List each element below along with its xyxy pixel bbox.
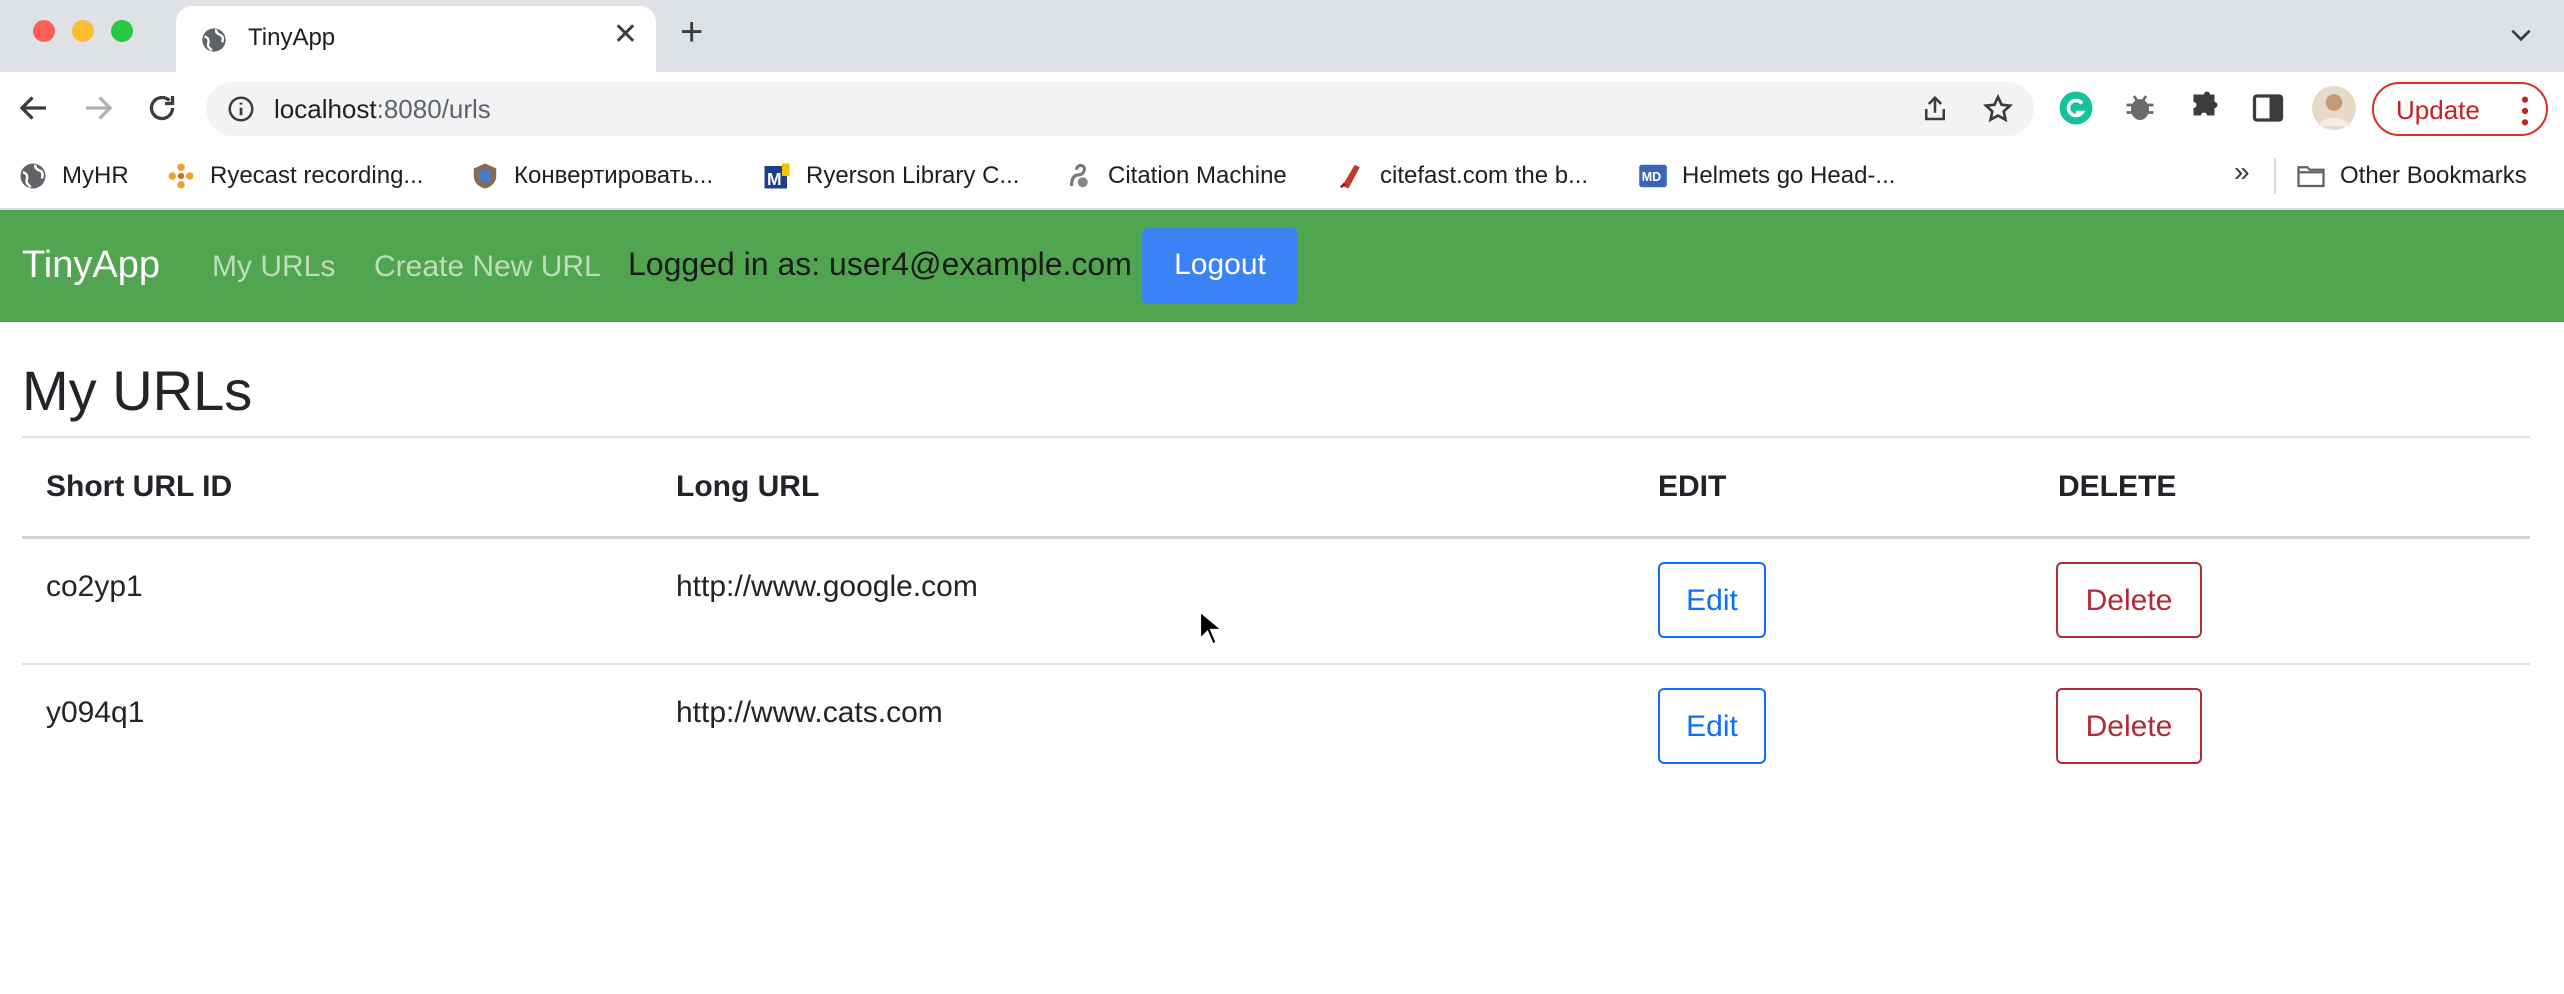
side-panel-icon[interactable] — [2250, 90, 2286, 126]
bookmark-label: Citation Machine — [1108, 162, 1287, 189]
edit-label: Edit — [1686, 710, 1738, 743]
long-url-cell: http://www.cats.com — [676, 696, 943, 729]
shield-crest-icon — [473, 163, 497, 189]
bookmark-item[interactable]: citefast.com the b... — [1336, 158, 1588, 194]
share-icon[interactable] — [1920, 94, 1950, 124]
svg-text:M: M — [767, 169, 782, 189]
bug-extension-icon[interactable] — [2122, 90, 2158, 126]
delete-label: Delete — [2085, 584, 2173, 617]
edit-button[interactable]: Edit — [1658, 688, 1766, 764]
bookmarks-separator — [2274, 158, 2276, 194]
logged-in-status: Logged in as: user4@example.com — [628, 246, 1132, 282]
more-bookmarks-chevron[interactable]: » — [2234, 156, 2250, 188]
more-vertical-icon — [2521, 96, 2529, 126]
close-window-button[interactable] — [33, 20, 55, 42]
address-url[interactable]: localhost:8080/urls — [274, 94, 491, 125]
edit-button[interactable]: Edit — [1658, 562, 1766, 638]
bookmark-label: Ryerson Library C... — [806, 162, 1020, 189]
url-host: localhost — [274, 94, 377, 124]
column-header-long-url: Long URL — [676, 470, 820, 503]
app-navbar: TinyApp My URLs Create New URL Logged in… — [0, 210, 2564, 322]
web-page: TinyApp My URLs Create New URL Logged in… — [0, 210, 2564, 994]
maximize-window-button[interactable] — [111, 20, 133, 42]
squirrel-icon — [1069, 163, 1088, 188]
column-header-delete: DELETE — [2058, 470, 2177, 503]
short-url-cell: co2yp1 — [46, 570, 143, 603]
tab-strip: TinyApp ✕ + — [0, 0, 2564, 72]
minimize-window-button[interactable] — [72, 20, 94, 42]
grammarly-icon[interactable] — [2058, 90, 2094, 126]
bookmark-item[interactable]: M Ryerson Library C... — [762, 158, 1019, 194]
globe-icon — [20, 163, 46, 189]
other-bookmarks-label: Other Bookmarks — [2340, 162, 2527, 189]
chevron-down-icon[interactable] — [2508, 22, 2534, 48]
column-header-edit: EDIT — [1658, 470, 1727, 503]
update-label: Update — [2396, 95, 2480, 125]
navbar-brand[interactable]: TinyApp — [22, 244, 160, 287]
globe-icon — [202, 28, 226, 52]
column-header-short-url: Short URL ID — [46, 470, 233, 503]
bookmark-label: Helmets go Head-... — [1682, 162, 1896, 189]
svg-text:MD: MD — [1642, 170, 1661, 184]
forward-icon[interactable] — [80, 90, 116, 126]
extensions-puzzle-icon[interactable] — [2186, 90, 2222, 126]
reload-icon[interactable] — [144, 90, 180, 126]
close-tab-icon[interactable]: ✕ — [613, 20, 638, 50]
nav-link-create-new-url[interactable]: Create New URL — [374, 250, 601, 284]
tab-title: TinyApp — [248, 24, 336, 51]
page-title: My URLs — [22, 359, 253, 422]
new-tab-button[interactable]: + — [680, 12, 703, 52]
bookmark-star-icon[interactable] — [1982, 93, 2014, 125]
logout-button[interactable]: Logout — [1142, 228, 1298, 304]
bookmark-item[interactable]: MD Helmets go Head-... — [1638, 158, 1895, 194]
ryerson-m-icon: M — [764, 163, 790, 189]
back-icon[interactable] — [16, 90, 52, 126]
table-header-divider — [22, 536, 2530, 539]
delete-button[interactable]: Delete — [2056, 562, 2202, 638]
bookmark-item[interactable]: Ryecast recording... — [166, 158, 423, 194]
nav-link-my-urls[interactable]: My URLs — [212, 250, 335, 284]
short-url-cell: y094q1 — [46, 696, 145, 729]
browser-tab-active[interactable]: TinyApp ✕ — [176, 6, 656, 72]
browser-toolbar: localhost:8080/urls Update — [0, 72, 2564, 144]
bookmark-label: citefast.com the b... — [1380, 162, 1589, 189]
ryecast-icon — [168, 163, 194, 189]
table-top-border — [22, 436, 2530, 438]
folder-icon — [2297, 166, 2325, 188]
md-icon: MD — [1639, 164, 1667, 188]
edit-label: Edit — [1686, 584, 1738, 617]
url-path: :8080/urls — [376, 94, 491, 124]
bookmark-item[interactable]: Конвертировать... — [470, 158, 713, 194]
site-info-icon[interactable] — [226, 94, 256, 124]
citefast-icon — [1340, 164, 1360, 189]
address-bar[interactable]: localhost:8080/urls — [206, 82, 2034, 136]
bookmark-label: Ryecast recording... — [210, 162, 424, 189]
bookmarks-bar: MyHR Ryecast recording... Конвертировать… — [0, 144, 2564, 210]
bookmark-label: Конвертировать... — [514, 162, 714, 189]
update-button[interactable]: Update — [2372, 82, 2548, 136]
bookmark-item[interactable]: Citation Machine — [1064, 158, 1287, 194]
bookmark-item[interactable]: MyHR — [18, 158, 129, 194]
other-bookmarks-folder[interactable]: Other Bookmarks — [2296, 158, 2527, 194]
delete-button[interactable]: Delete — [2056, 688, 2202, 764]
mouse-cursor-icon — [1199, 610, 1224, 646]
long-url-cell: http://www.google.com — [676, 570, 978, 603]
table-row-divider — [22, 663, 2530, 665]
bookmark-label: MyHR — [62, 162, 129, 189]
logout-label: Logout — [1174, 248, 1266, 281]
delete-label: Delete — [2085, 710, 2173, 743]
profile-avatar-icon[interactable] — [2312, 86, 2356, 130]
